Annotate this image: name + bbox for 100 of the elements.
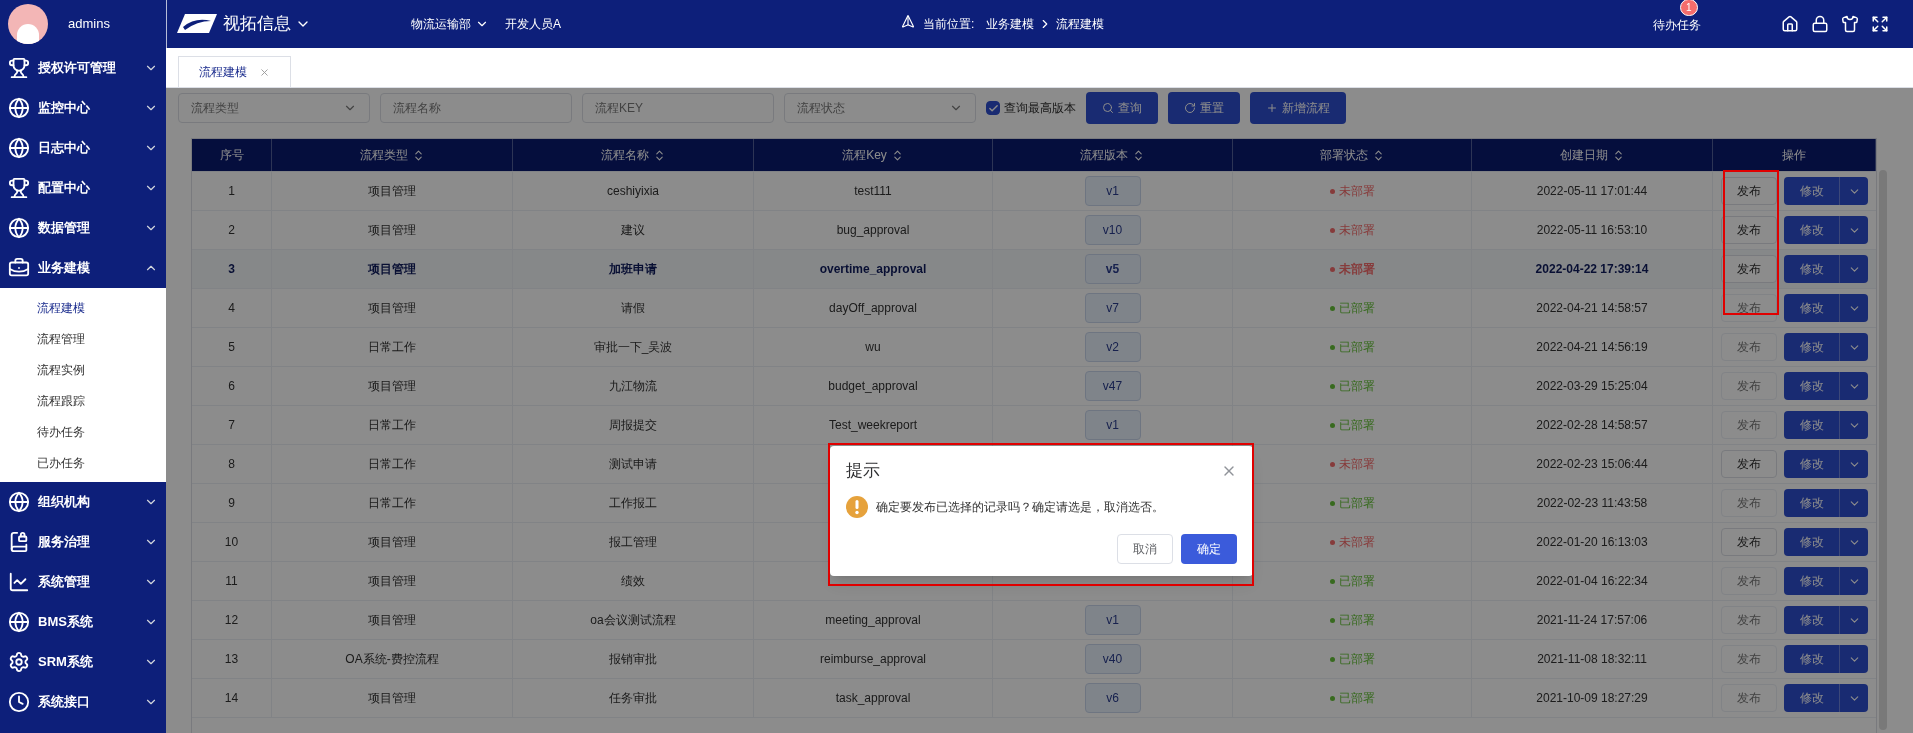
table-cell-text: 3 bbox=[228, 261, 235, 278]
status-label: 已部署 bbox=[1338, 495, 1375, 512]
select-field[interactable]: 流程状态 bbox=[784, 93, 976, 123]
submenu-item[interactable]: 流程管理 bbox=[0, 323, 166, 354]
table-row[interactable]: 5 日常工作 审批一下_吴波 wu v2 已部署 2022-04-21 14:56:19 发布 修改 bbox=[192, 327, 1876, 366]
table-row[interactable]: 13 OA系统-费控流程 报销审批 reimburse_approval v40 已部署 2021-11-08 18:32:11 发布 修改 bbox=[192, 639, 1876, 678]
notification-badge: 1 bbox=[1680, 0, 1698, 16]
publish-button[interactable]: 发布 bbox=[1721, 177, 1777, 205]
cancel-button[interactable]: 取消 bbox=[1117, 533, 1173, 564]
checkbox[interactable] bbox=[986, 101, 1000, 115]
version-tag: v10 bbox=[1084, 215, 1141, 245]
table-cell-text: 2 bbox=[228, 222, 235, 239]
menu-item[interactable]: 数据管理 bbox=[0, 208, 166, 248]
table-cell-text: 2022-01-04 16:22:34 bbox=[1536, 573, 1648, 590]
menu-item[interactable]: SRM系统 bbox=[0, 642, 166, 682]
table-cell-text: 12 bbox=[224, 612, 239, 629]
menu-item[interactable]: 业务建模 bbox=[0, 248, 166, 288]
table-cell-text: 6 bbox=[228, 378, 235, 395]
table-row[interactable]: 14 项目管理 任务审批 task_approval v6 已部署 2021-10-09 18:27:29 发布 修改 bbox=[192, 678, 1876, 717]
table-row[interactable]: 12 项目管理 oa会议测试流程 meeting_approval v1 已部署 2021-11-24 17:57:06 发布 修改 bbox=[192, 600, 1876, 639]
table-row[interactable]: 4 项目管理 请假 dayOff_approval v7 已部署 2022-04-21 14:58:57 发布 修改 bbox=[192, 288, 1876, 327]
column-header[interactable]: 流程类型 bbox=[272, 139, 513, 171]
menu-item[interactable]: 配置中心 bbox=[0, 168, 166, 208]
table-cell-text: 4 bbox=[228, 300, 235, 317]
department-dropdown[interactable]: 物流运输部 bbox=[411, 15, 489, 33]
submenu-item[interactable]: 已办任务 bbox=[0, 447, 166, 478]
table-cell-text: 10 bbox=[224, 534, 239, 551]
shirt-icon[interactable] bbox=[1841, 15, 1859, 33]
table-cell-text: 2022-02-23 15:06:44 bbox=[1536, 456, 1648, 473]
table-cell-text: 日常工作 bbox=[368, 456, 416, 473]
confirm-button[interactable]: 确定 bbox=[1181, 533, 1237, 564]
submenu-item[interactable]: 流程建模 bbox=[0, 292, 166, 323]
menu-item[interactable]: 系统接口 bbox=[0, 682, 166, 722]
tab[interactable]: 流程建模 bbox=[178, 56, 291, 87]
table-cell-text: 建议 bbox=[621, 222, 645, 239]
column-header[interactable]: 流程版本 bbox=[993, 139, 1233, 171]
submenu-item[interactable]: 流程跟踪 bbox=[0, 385, 166, 416]
breadcrumb-link[interactable]: 流程建模 bbox=[1056, 15, 1105, 33]
refresh-icon bbox=[1184, 102, 1196, 114]
menu-item[interactable]: 系统管理 bbox=[0, 562, 166, 602]
search-icon bbox=[1102, 102, 1114, 114]
status-label: 未部署 bbox=[1338, 534, 1375, 551]
menu-item[interactable]: 日志中心 bbox=[0, 128, 166, 168]
publish-button[interactable]: 发布 bbox=[1721, 450, 1777, 478]
column-header[interactable]: 部署状态 bbox=[1233, 139, 1472, 171]
column-header[interactable]: 流程名称 bbox=[513, 139, 754, 171]
publish-button[interactable]: 发布 bbox=[1721, 255, 1777, 283]
menu-item[interactable]: 服务治理 bbox=[0, 522, 166, 562]
table-cell-text: 九江物流 bbox=[609, 378, 657, 395]
input-field[interactable]: 流程KEY bbox=[582, 93, 774, 123]
menu-item[interactable]: 监控中心 bbox=[0, 88, 166, 128]
table-row[interactable]: 7 日常工作 周报提交 Test_weekreport v1 已部署 2022-02-28 14:58:57 发布 修改 bbox=[192, 405, 1876, 444]
table-cell-text: 周报提交 bbox=[609, 417, 657, 434]
table-cell-text: meeting_approval bbox=[825, 612, 921, 629]
table-cell-text: 日常工作 bbox=[368, 339, 416, 356]
table-cell-text: 13 bbox=[224, 651, 239, 668]
chart-icon bbox=[8, 571, 30, 593]
column-header: 序号 bbox=[192, 139, 272, 171]
menu-item[interactable]: BMS系统 bbox=[0, 602, 166, 642]
table-cell-text: 绩效 bbox=[621, 573, 645, 590]
submenu-item[interactable]: 待办任务 bbox=[0, 416, 166, 447]
version-tag: v40 bbox=[1084, 644, 1141, 674]
table-row[interactable]: 3 项目管理 加班申请 overtime_approval v5 未部署 2022-04-22 17:39:14 发布 修改 bbox=[192, 249, 1876, 288]
table-cell-text: budget_approval bbox=[828, 378, 918, 395]
table-cell-text: 7 bbox=[228, 417, 235, 434]
table-cell-text: 测试申请 bbox=[609, 456, 657, 473]
status-label: 已部署 bbox=[1338, 417, 1375, 434]
table-cell-text: 2022-01-20 16:13:03 bbox=[1536, 534, 1648, 551]
table-cell-text: 工作报工 bbox=[609, 495, 657, 512]
trophy-icon bbox=[8, 57, 30, 79]
table-cell-text: ceshiyixia bbox=[607, 183, 659, 200]
breadcrumb-link[interactable]: 业务建模 bbox=[986, 15, 1035, 33]
column-header[interactable]: 流程Key bbox=[754, 139, 993, 171]
book-icon bbox=[8, 531, 30, 553]
table-cell-text: 2022-04-21 14:56:19 bbox=[1536, 339, 1648, 356]
version-tag: v7 bbox=[1084, 293, 1141, 323]
fullscreen-icon[interactable] bbox=[1871, 15, 1889, 33]
version-tag: v6 bbox=[1084, 683, 1141, 713]
select-field[interactable]: 流程类型 bbox=[178, 93, 370, 123]
menu-item[interactable]: 组织机构 bbox=[0, 482, 166, 522]
submenu-item[interactable]: 流程实例 bbox=[0, 354, 166, 385]
input-field[interactable]: 流程名称 bbox=[380, 93, 572, 123]
table-row[interactable]: 6 项目管理 九江物流 budget_approval v47 已部署 2022-03-29 15:25:04 发布 修改 bbox=[192, 366, 1876, 405]
publish-button[interactable]: 发布 bbox=[1721, 528, 1777, 556]
toolbar-button[interactable]: 新增流程 bbox=[1250, 92, 1346, 124]
table-row[interactable]: 1 项目管理 ceshiyixia test111 v1 未部署 2022-05-11 17:01:44 发布 修改 bbox=[192, 171, 1876, 210]
menu-item[interactable]: 授权许可管理 bbox=[0, 48, 166, 88]
close-icon[interactable] bbox=[259, 66, 270, 78]
toolbar-button[interactable]: 查询 bbox=[1086, 92, 1158, 124]
table-cell-text: task_approval bbox=[835, 690, 911, 707]
toolbar-button[interactable]: 重置 bbox=[1168, 92, 1240, 124]
todo-link[interactable]: 待办任务 bbox=[1653, 18, 1701, 32]
table-cell-text: 日常工作 bbox=[368, 495, 416, 512]
lock-icon[interactable] bbox=[1811, 15, 1829, 33]
column-header[interactable]: 创建日期 bbox=[1472, 139, 1713, 171]
publish-button[interactable]: 发布 bbox=[1721, 216, 1777, 244]
table-cell-text: test111 bbox=[854, 183, 892, 200]
table-cell-text: 1 bbox=[228, 183, 235, 200]
sort-icon bbox=[1132, 148, 1145, 162]
home-icon[interactable] bbox=[1781, 15, 1799, 33]
